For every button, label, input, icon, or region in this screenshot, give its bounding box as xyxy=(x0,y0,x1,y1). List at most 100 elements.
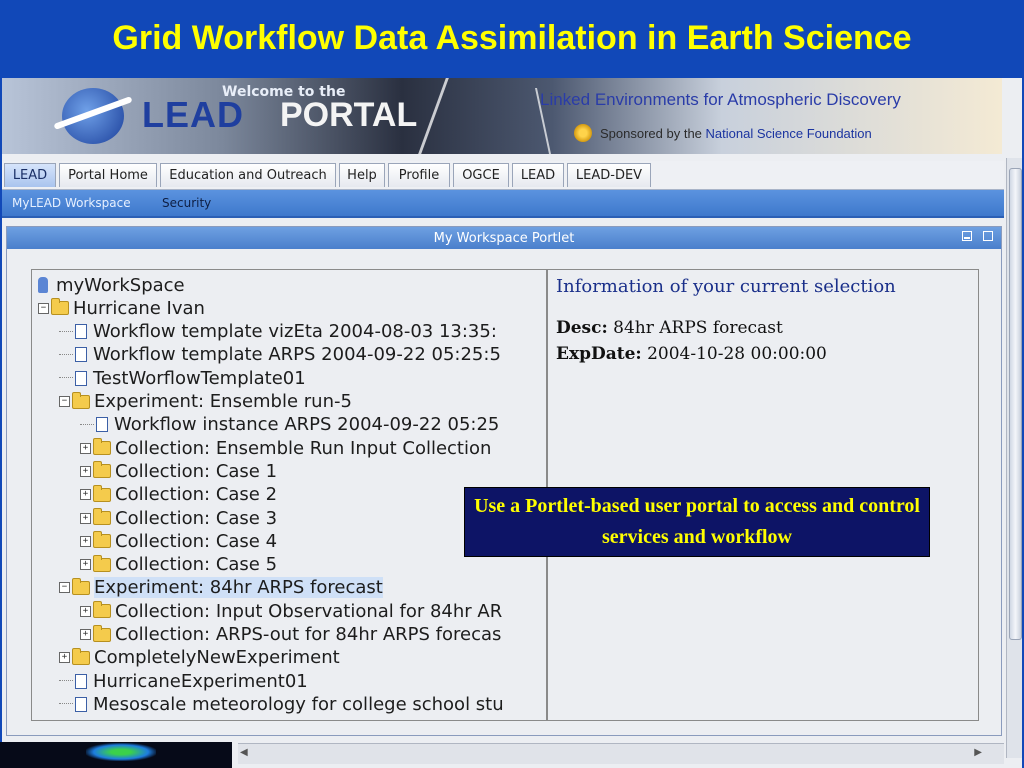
slide-title: Grid Workflow Data Assimilation in Earth… xyxy=(112,18,912,57)
tree-node[interactable]: TestWorflowTemplate01 xyxy=(59,367,306,389)
tree-node-label: Workflow template vizEta 2004-08-03 13:3… xyxy=(93,321,497,343)
tree-node-label: Hurricane Ivan xyxy=(73,297,205,319)
tree-node[interactable]: − Experiment: 84hr ARPS forecast xyxy=(59,577,383,599)
tree-node-label: Collection: Case 1 xyxy=(115,460,278,482)
workspace-portlet: My Workspace Portlet myWorkSpace − Hurrica… xyxy=(6,226,1002,736)
folder-icon xyxy=(93,508,111,525)
tree-branch-line xyxy=(59,680,73,682)
tree-node[interactable]: − Hurricane Ivan xyxy=(38,297,205,319)
tree-node[interactable]: HurricaneExperiment01 xyxy=(59,670,308,692)
expand-icon[interactable]: + xyxy=(80,512,91,524)
collapse-icon[interactable]: − xyxy=(59,582,70,594)
folder-icon xyxy=(72,647,90,665)
tab-portal-home[interactable]: Portal Home xyxy=(59,163,157,187)
document-icon xyxy=(75,370,87,386)
expdate-label: ExpDate: xyxy=(556,344,642,364)
tree-node-label: Collection: Case 2 xyxy=(115,484,278,506)
tree-node[interactable]: + Collection: Case 5 xyxy=(80,554,277,576)
vertical-scrollbar[interactable] xyxy=(1006,158,1022,758)
scroll-left-arrow-icon[interactable]: ◀ xyxy=(240,747,248,758)
horizontal-scrollbar[interactable]: ◀ ▶ xyxy=(238,743,1004,764)
lead-logo-text: LEAD xyxy=(142,94,244,135)
tree-node[interactable]: + Collection: Input Observational for 84h… xyxy=(80,600,502,622)
folder-icon xyxy=(93,461,111,479)
tree-node-label: Mesoscale meteorology for college school… xyxy=(93,693,504,715)
document-icon xyxy=(96,417,108,433)
tree-node[interactable]: + Collection: Case 2 xyxy=(80,484,277,506)
subnav-mylead-workspace[interactable]: MyLEAD Workspace xyxy=(12,196,131,210)
tab-lead[interactable]: LEAD xyxy=(4,163,56,187)
info-title: Information of your current selection xyxy=(556,276,896,297)
scrollbar-thumb[interactable] xyxy=(1009,168,1022,640)
folder-icon xyxy=(72,391,90,409)
tree-branch-line xyxy=(59,377,73,379)
sponsor-org: National Science Foundation xyxy=(705,126,872,141)
document-icon xyxy=(75,347,87,363)
desc-label: Desc: xyxy=(556,318,608,338)
tab-education-and-outreach[interactable]: Education and Outreach xyxy=(160,163,336,187)
tree-node[interactable]: + Collection: Case 3 xyxy=(80,507,277,529)
tree-branch-line xyxy=(59,703,73,705)
tree-node[interactable]: Workflow instance ARPS 2004-09-22 05:25 xyxy=(80,414,499,436)
sub-navigation: MyLEAD Workspace Security xyxy=(2,190,1004,218)
tree-node[interactable]: + CompletelyNewExperiment xyxy=(59,647,340,669)
folder-icon xyxy=(93,531,111,549)
tree-node-label: Experiment: Ensemble run-5 xyxy=(94,391,352,412)
expand-icon[interactable]: + xyxy=(80,489,91,501)
tree-node-label: Collection: Case 4 xyxy=(115,530,278,552)
expdate-value: 2004-10-28 00:00:00 xyxy=(647,344,827,364)
tree-node[interactable]: Workflow template vizEta 2004-08-03 13:3… xyxy=(59,321,497,343)
folder-icon xyxy=(93,624,111,642)
expand-icon[interactable]: + xyxy=(80,605,91,617)
tab-lead-2[interactable]: LEAD xyxy=(512,163,564,187)
tree-node[interactable]: Mesoscale meteorology for college school… xyxy=(59,693,504,715)
expand-icon[interactable]: + xyxy=(80,465,91,477)
callout-box: Use a Portlet-based user portal to acces… xyxy=(464,487,930,557)
radar-image-thumbnail xyxy=(0,742,232,768)
portal-tab-bar: LEAD Portal Home Education and Outreach … xyxy=(2,161,1004,190)
sponsor-line: Sponsored by the National Science Founda… xyxy=(600,126,872,141)
tree-node[interactable]: + Collection: Ensemble Run Input Collecti… xyxy=(80,437,491,459)
expand-icon[interactable]: + xyxy=(80,629,91,640)
portal-word: PORTAL xyxy=(280,96,418,134)
tab-ogce[interactable]: OGCE xyxy=(453,163,509,187)
lightning-icon xyxy=(418,78,449,154)
collapse-icon[interactable]: − xyxy=(38,302,49,314)
tree-node[interactable]: myWorkSpace xyxy=(38,274,185,296)
expand-icon[interactable]: + xyxy=(80,442,91,454)
tree-node[interactable]: + Collection: ARPS-out for 84hr ARPS fore… xyxy=(80,624,501,646)
scroll-right-arrow-icon[interactable]: ▶ xyxy=(974,747,982,758)
folder-icon xyxy=(93,438,111,456)
document-icon xyxy=(75,673,87,689)
info-desc: Desc: 84hr ARPS forecast xyxy=(556,318,783,338)
tree-node[interactable]: − Experiment: Ensemble run-5 xyxy=(59,391,352,413)
tab-lead-dev[interactable]: LEAD-DEV xyxy=(567,163,651,187)
portlet-title: My Workspace Portlet xyxy=(433,230,575,246)
tree-node-label: CompletelyNewExperiment xyxy=(94,647,340,669)
expand-icon[interactable]: + xyxy=(59,652,70,664)
tree-node-label: Experiment: 84hr ARPS forecast xyxy=(94,577,383,599)
subnav-security[interactable]: Security xyxy=(162,196,211,210)
tree-node-label: Collection: ARPS-out for 84hr ARPS forec… xyxy=(115,624,502,645)
tree-branch-line xyxy=(80,423,94,426)
tab-help[interactable]: Help xyxy=(339,163,385,187)
tree-node[interactable]: + Collection: Case 4 xyxy=(80,530,277,552)
tree-node[interactable]: Workflow template ARPS 2004-09-22 05:25:… xyxy=(59,344,501,366)
expand-icon[interactable]: + xyxy=(80,535,91,547)
collapse-icon[interactable]: − xyxy=(59,396,70,407)
tree-node[interactable]: + Collection: Case 1 xyxy=(80,460,277,482)
expand-icon[interactable]: + xyxy=(80,559,91,571)
root-icon xyxy=(38,277,48,293)
radar-echo-shape xyxy=(86,743,156,761)
folder-icon xyxy=(51,298,69,316)
tab-profile[interactable]: Profile xyxy=(388,163,450,187)
tree-node-label: Collection: Ensemble Run Input Collectio… xyxy=(115,437,492,459)
sponsor-prefix: Sponsored by the xyxy=(600,126,702,141)
minimize-icon[interactable] xyxy=(962,231,972,241)
document-icon xyxy=(75,324,87,340)
tree-node-label: TestWorflowTemplate01 xyxy=(93,367,306,389)
maximize-icon[interactable] xyxy=(983,231,993,241)
portal-screenshot: LEAD Welcome to the PORTAL Linked Enviro… xyxy=(2,78,1022,768)
portlet-title-bar: My Workspace Portlet xyxy=(7,227,1001,249)
folder-icon xyxy=(93,601,111,619)
